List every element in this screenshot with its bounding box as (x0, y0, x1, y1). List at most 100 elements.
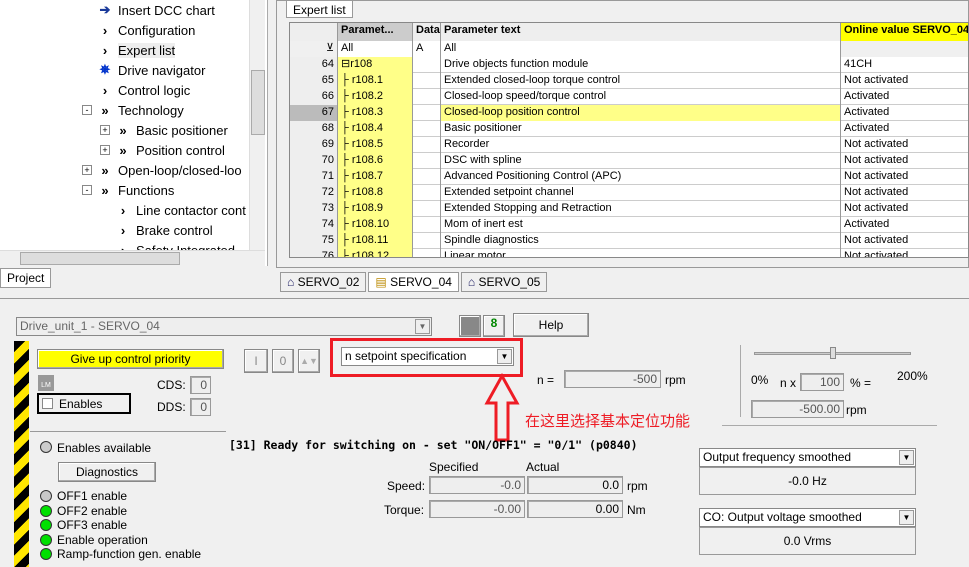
table-row[interactable]: 66 ├ r108.2 Closed-loop speed/torque contr… (290, 89, 968, 105)
status-message: [31] Ready for switching on - set "ON/OF… (229, 438, 638, 452)
table-cell: 70 (290, 153, 338, 169)
cell-text: 69 (321, 138, 334, 150)
cell-text: r108.12 (351, 250, 390, 258)
table-row[interactable]: 69 ├ r108.5 Recorder Not activated (290, 137, 968, 153)
status-led (40, 548, 52, 560)
table-row[interactable]: 65 ├ r108.1 Extended closed-loop torque co… (290, 73, 968, 89)
document-icon: ▤ (375, 275, 391, 289)
expander-icon[interactable]: + (100, 125, 110, 135)
table-row[interactable]: 76 ├ r108.12 Linear motor Not activated (290, 249, 968, 258)
tab-servo_02[interactable]: ⌂ SERVO_02 (280, 272, 367, 292)
table-cell: Closed-loop speed/torque control (441, 89, 841, 105)
give-up-control-priority-button[interactable]: Give up control priority (37, 349, 224, 369)
tree-horizontal-scrollbar[interactable] (0, 250, 265, 266)
status-led (40, 504, 52, 517)
table-cell: ├ r108.6 (338, 153, 413, 169)
mode-select[interactable]: n setpoint specification ▼ (341, 347, 514, 366)
percent-field[interactable]: 100 (800, 373, 844, 391)
expander-icon[interactable]: - (82, 185, 92, 195)
table-cell: DSC with spline (441, 153, 841, 169)
tab-label: SERVO_02 (297, 275, 360, 289)
table-cell: Activated (841, 217, 968, 233)
table-cell: ├ r108.1 (338, 73, 413, 89)
diagnostics-button[interactable]: Diagnostics (58, 462, 156, 482)
tree-item[interactable]: ➔ Insert DCC chart (82, 0, 215, 20)
tab-servo_04[interactable]: ▤ SERVO_04 (368, 272, 459, 292)
table-row[interactable]: 67 ├ r108.3 Closed-loop position control Ac… (290, 105, 968, 121)
tree-item[interactable]: › Configuration (82, 20, 196, 40)
cds-field: 0 (190, 376, 211, 394)
drive-select-value: Drive_unit_1 - SERVO_04 (20, 319, 160, 333)
filter-select[interactable]: All (441, 41, 841, 57)
column-header[interactable]: Online value SERVO_04 (841, 23, 968, 41)
cell-text: 73 (321, 202, 334, 214)
table-row[interactable]: 68 ├ r108.4 Basic positioner Activated (290, 121, 968, 137)
column-header[interactable]: Paramet... (338, 23, 413, 41)
jog-button[interactable]: ▲▼ (298, 349, 320, 373)
table-cell (413, 105, 441, 121)
filter-select[interactable]: All (338, 41, 413, 57)
filter-select[interactable] (841, 41, 968, 57)
speed-unit: rpm (627, 479, 648, 493)
drive-select[interactable]: Drive_unit_1 - SERVO_04 ▼ (16, 317, 432, 336)
lm-icon: LM (38, 375, 54, 391)
mode-value: n setpoint specification (345, 349, 467, 363)
tree-item[interactable]: + » Open-loop/closed-loo (82, 160, 242, 180)
table-row[interactable]: 74 ├ r108.10 Mom of inert est Activated (290, 217, 968, 233)
tab-expert-list[interactable]: Expert list (286, 0, 353, 18)
cell-text: Closed-loop speed/torque control (444, 90, 607, 102)
cell-text: 76 (321, 250, 334, 258)
cell-text: r108 (350, 58, 373, 70)
tree-item[interactable]: + » Basic positioner (100, 120, 228, 140)
table-row[interactable]: 75 ├ r108.11 Spindle diagnostics Not activa… (290, 233, 968, 249)
table-cell: Activated (841, 89, 968, 105)
control-priority-icon-button[interactable] (459, 315, 481, 337)
cell-text: r108.1 (351, 74, 384, 86)
tree-item[interactable]: ✵ Drive navigator (82, 60, 206, 80)
tree-item[interactable]: + » Position control (100, 140, 225, 160)
tree-item[interactable]: › Control logic (82, 80, 190, 100)
expander-icon[interactable]: + (100, 145, 110, 155)
tab-project[interactable]: Project (0, 268, 52, 288)
table-row[interactable]: 71 ├ r108.7 Advanced Positioning Control (… (290, 169, 968, 185)
column-header[interactable] (290, 23, 338, 41)
table-row[interactable]: 70 ├ r108.6 DSC with spline Not activated (290, 153, 968, 169)
tree-item[interactable]: › Line contactor cont (100, 200, 246, 220)
on-button[interactable]: I (244, 349, 268, 373)
double-chevron-icon: » (119, 142, 127, 158)
table-row[interactable]: 64 ⊟r108 Drive objects function module 41CH (290, 57, 968, 73)
enables-checkbox[interactable]: Enables (37, 393, 131, 414)
column-header[interactable]: Parameter text (441, 23, 841, 41)
percent-equals: % = (850, 376, 872, 390)
n-setpoint-field[interactable]: -500 (564, 370, 661, 388)
tree-item[interactable]: -» Technology (82, 100, 184, 120)
slider-thumb[interactable] (829, 347, 836, 359)
monitor1-select[interactable]: Output frequency smoothed ▼ (699, 448, 916, 467)
tree-item[interactable]: › Expert list (82, 40, 176, 60)
expander-icon[interactable]: - (82, 105, 92, 115)
filter-select[interactable]: A (413, 41, 441, 57)
table-row[interactable]: 72 ├ r108.8 Extended setpoint channel Not a… (290, 185, 968, 201)
cell-text: r108.7 (351, 170, 384, 182)
expert-list-table: Paramet... Data Parameter text Online value… (289, 22, 969, 258)
cell-text: Spindle diagnostics (444, 234, 539, 246)
traffic-light-icon[interactable]: 8 (483, 315, 505, 337)
table-cell: Not activated (841, 249, 968, 257)
help-button[interactable]: Help (513, 313, 589, 337)
table-row[interactable]: 73 ├ r108.9 Extended Stopping and Retracti… (290, 201, 968, 217)
table-cell (413, 121, 441, 137)
off-button[interactable]: 0 (272, 349, 294, 373)
tree-item[interactable]: -» Functions (82, 180, 174, 200)
table-cell: Extended setpoint channel (441, 185, 841, 201)
cell-text: 74 (321, 218, 334, 230)
column-header[interactable]: Data (413, 23, 441, 41)
expander-icon[interactable]: + (82, 165, 92, 175)
monitor2-select[interactable]: CO: Output voltage smoothed ▼ (699, 508, 916, 527)
filter-icon[interactable]: ⊻ (290, 41, 338, 57)
annotation-arrow (484, 373, 520, 442)
table-cell (413, 73, 441, 89)
tree-item[interactable]: › Brake control (100, 220, 213, 240)
table-cell: 65 (290, 73, 338, 89)
tree-vertical-scrollbar[interactable] (249, 0, 265, 250)
tab-servo_05[interactable]: ⌂ SERVO_05 (460, 272, 548, 292)
